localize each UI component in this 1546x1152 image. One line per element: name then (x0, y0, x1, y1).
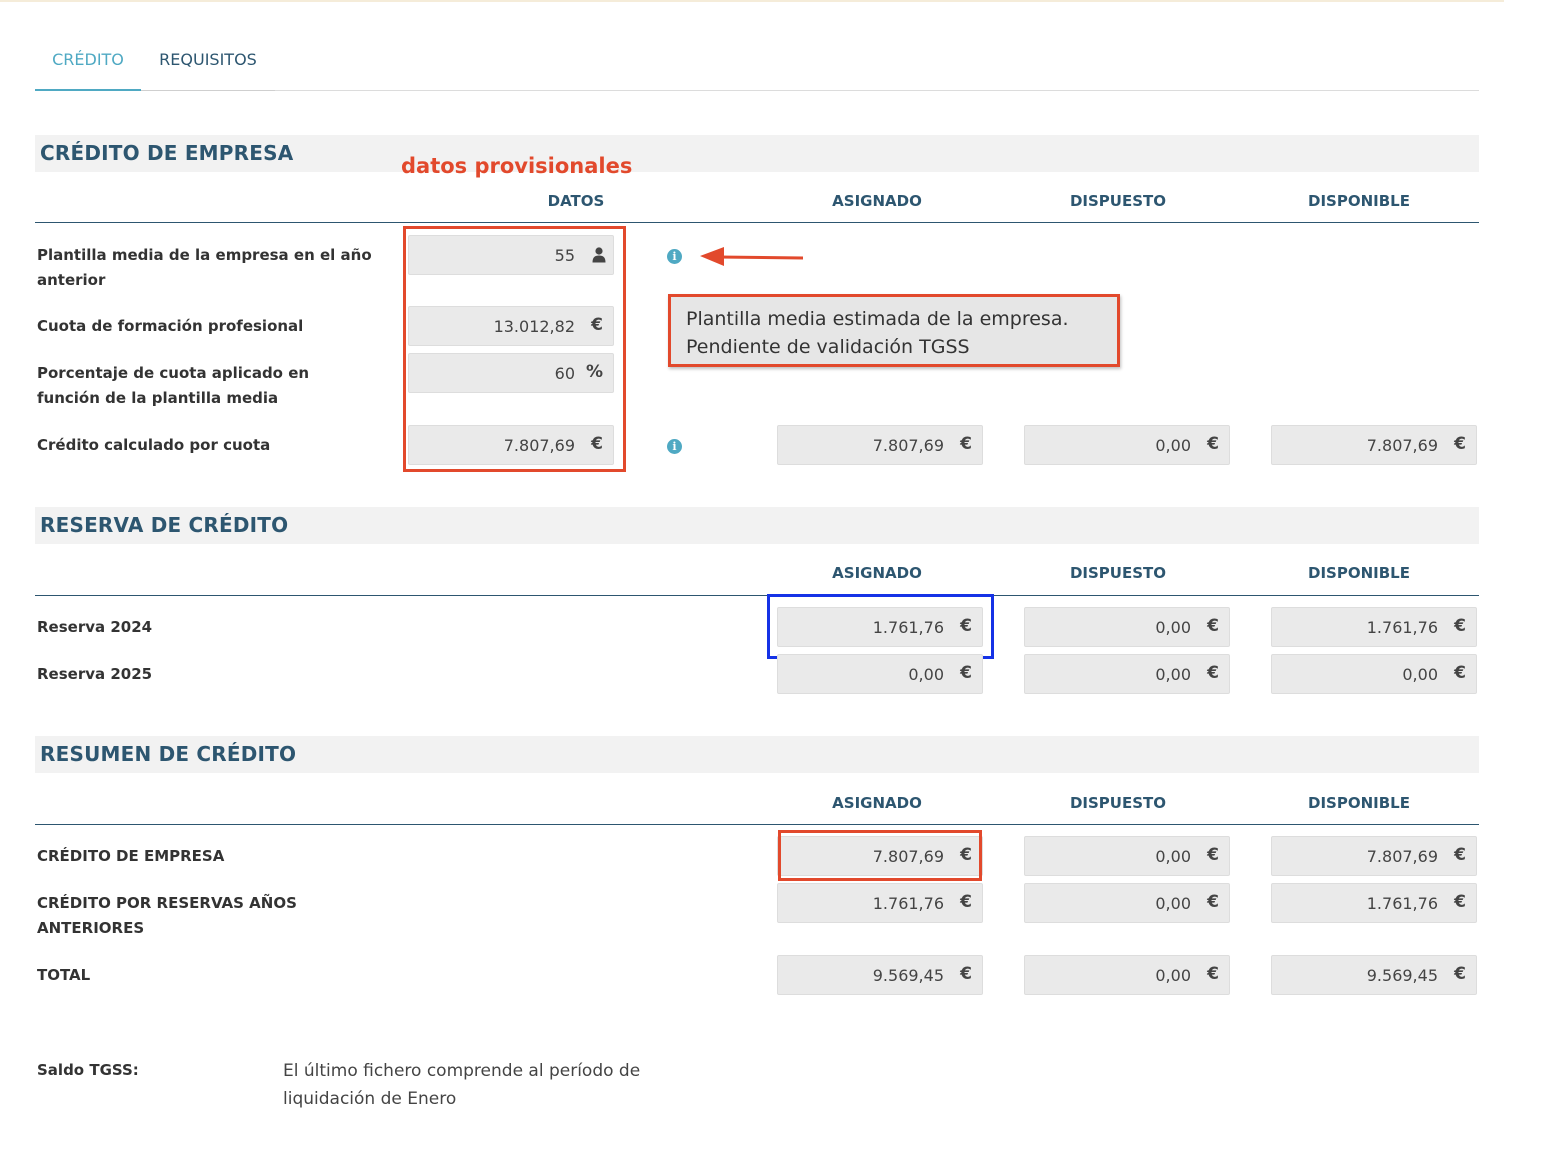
field-resumen-reservas-disponible[interactable]: 1.761,76 € (1271, 883, 1477, 923)
annotation-datos-provisionales: datos provisionales (401, 154, 633, 178)
field-reserva-2025-dispuesto[interactable]: 0,00 € (1024, 654, 1230, 694)
saldo-text: El último fichero comprende al período d… (283, 1061, 641, 1109)
divider (35, 824, 1479, 825)
field-reserva-2024-disponible[interactable]: 1.761,76 € (1271, 607, 1477, 647)
row-label-porcentaje: Porcentaje de cuota aplicado en función … (37, 364, 310, 407)
euro-icon: € (960, 964, 972, 984)
tooltip-line: Pendiente de validación TGSS (686, 336, 970, 358)
row-label-reserva-2025: Reserva 2025 (37, 665, 153, 683)
field-reserva-2024-dispuesto[interactable]: 0,00 € (1024, 607, 1230, 647)
tab-requisitos[interactable]: REQUISITOS (141, 40, 275, 91)
annotation-box-datos (403, 226, 626, 472)
row-label-cuota: Cuota de formación profesional (37, 317, 304, 335)
field-resumen-empresa-disponible[interactable]: 7.807,69 € (1271, 836, 1477, 876)
euro-icon: € (960, 434, 972, 454)
euro-icon: € (1454, 892, 1466, 912)
row-label-plantilla: Plantilla media de la empresa en el año … (37, 246, 372, 289)
field-value: 0,00 (908, 665, 944, 684)
row-label-total: TOTAL (37, 966, 91, 984)
section-resumen-header: RESUMEN DE CRÉDITO (35, 736, 1479, 773)
saldo-label: Saldo TGSS: (37, 1061, 139, 1079)
col-header-asignado: ASIGNADO (832, 192, 922, 210)
info-icon[interactable]: i (667, 249, 682, 264)
arrow-annotation-icon (700, 247, 804, 266)
tab-bar: CRÉDITO REQUISITOS (35, 40, 1479, 91)
field-value: 0,00 (1155, 665, 1191, 684)
section-title: CRÉDITO DE EMPRESA (40, 141, 294, 165)
field-value: 0,00 (1155, 618, 1191, 637)
euro-icon: € (1454, 845, 1466, 865)
row-label-reserva-2024: Reserva 2024 (37, 618, 153, 636)
field-credito-calculado-dispuesto[interactable]: 0,00 € (1024, 425, 1230, 465)
euro-icon: € (1454, 663, 1466, 683)
euro-icon: € (1207, 964, 1219, 984)
field-value: 9.569,45 (1366, 966, 1438, 985)
tooltip-line: Plantilla media estimada de la empresa. (686, 308, 1069, 330)
col-header-asignado: ASIGNADO (832, 564, 922, 582)
col-header-disponible: DISPONIBLE (1308, 564, 1410, 582)
col-header-datos: DATOS (547, 192, 605, 210)
top-border (0, 0, 1504, 2)
euro-icon: € (1207, 663, 1219, 683)
col-header-asignado: ASIGNADO (832, 794, 922, 812)
field-value: 7.807,69 (1366, 847, 1438, 866)
field-resumen-empresa-dispuesto[interactable]: 0,00 € (1024, 836, 1230, 876)
field-value: 9.569,45 (872, 966, 944, 985)
field-reserva-2025-asignado[interactable]: 0,00 € (777, 654, 983, 694)
col-header-dispuesto: DISPUESTO (1069, 564, 1167, 582)
euro-icon: € (1207, 434, 1219, 454)
row-label-credito-empresa: CRÉDITO DE EMPRESA (37, 847, 225, 865)
col-header-dispuesto: DISPUESTO (1069, 192, 1167, 210)
field-value: 7.807,69 (1366, 436, 1438, 455)
info-icon[interactable]: i (667, 439, 682, 454)
tab-credito[interactable]: CRÉDITO (35, 40, 141, 91)
field-value: 0,00 (1155, 847, 1191, 866)
field-value: 7.807,69 (872, 436, 944, 455)
field-total-dispuesto[interactable]: 0,00 € (1024, 955, 1230, 995)
field-value: 0,00 (1402, 665, 1438, 684)
divider (35, 222, 1479, 223)
field-value: 1.761,76 (1366, 618, 1438, 637)
euro-icon: € (1207, 845, 1219, 865)
row-label-credito-reservas: CRÉDITO POR RESERVAS AÑOS ANTERIORES (37, 894, 297, 937)
section-empresa-header: CRÉDITO DE EMPRESA (35, 135, 1479, 172)
section-title: RESUMEN DE CRÉDITO (40, 742, 297, 766)
section-title: RESERVA DE CRÉDITO (40, 513, 289, 537)
field-value: 1.761,76 (872, 894, 944, 913)
row-label-credito-calculado: Crédito calculado por cuota (37, 436, 271, 454)
field-value: 0,00 (1155, 436, 1191, 455)
euro-icon: € (1454, 964, 1466, 984)
field-value: 0,00 (1155, 894, 1191, 913)
annotation-box-reserva (767, 594, 994, 659)
col-header-disponible: DISPONIBLE (1308, 794, 1410, 812)
field-resumen-reservas-dispuesto[interactable]: 0,00 € (1024, 883, 1230, 923)
field-total-disponible[interactable]: 9.569,45 € (1271, 955, 1477, 995)
field-resumen-reservas-asignado[interactable]: 1.761,76 € (777, 883, 983, 923)
col-header-disponible: DISPONIBLE (1308, 192, 1410, 210)
tooltip-plantilla: Plantilla media estimada de la empresa. … (668, 294, 1120, 367)
annotation-box-resumen (778, 830, 982, 881)
section-reserva-header: RESERVA DE CRÉDITO (35, 507, 1479, 544)
field-reserva-2025-disponible[interactable]: 0,00 € (1271, 654, 1477, 694)
field-credito-calculado-disponible[interactable]: 7.807,69 € (1271, 425, 1477, 465)
field-total-asignado[interactable]: 9.569,45 € (777, 955, 983, 995)
euro-icon: € (960, 892, 972, 912)
field-value: 1.761,76 (1366, 894, 1438, 913)
col-header-dispuesto: DISPUESTO (1069, 794, 1167, 812)
euro-icon: € (1454, 434, 1466, 454)
field-credito-calculado-asignado[interactable]: 7.807,69 € (777, 425, 983, 465)
field-value: 0,00 (1155, 966, 1191, 985)
euro-icon: € (1454, 616, 1466, 636)
euro-icon: € (1207, 892, 1219, 912)
euro-icon: € (960, 663, 972, 683)
divider (35, 595, 1479, 596)
euro-icon: € (1207, 616, 1219, 636)
